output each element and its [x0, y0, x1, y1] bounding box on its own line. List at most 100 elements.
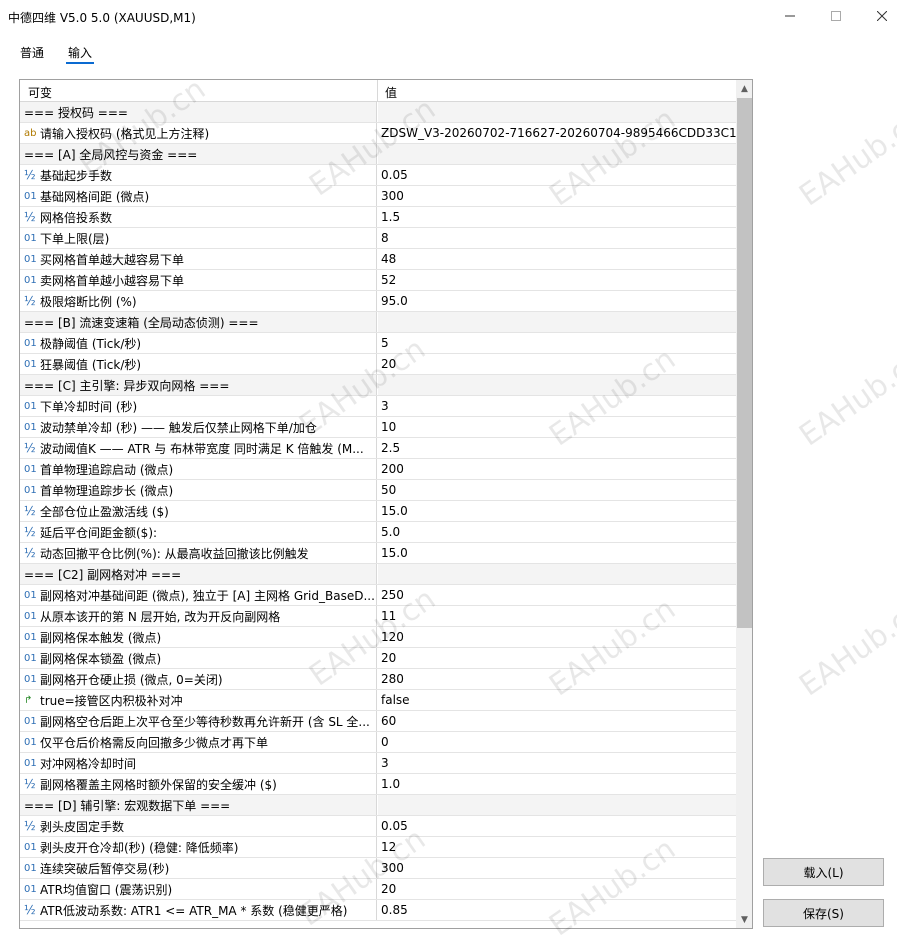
variable-cell[interactable]: === [A] 全局风控与资金 === [20, 144, 377, 164]
variable-cell[interactable]: 01 剥头皮开仓冷却(秒) (稳健: 降低频率) [20, 837, 377, 857]
variable-cell[interactable]: ½ 延后平仓间距金额($): [20, 522, 377, 542]
value-cell[interactable] [378, 795, 736, 815]
parameter-row[interactable]: ab 请输入授权码 (格式见上方注释) ZDSW_V3-20260702-71662… [20, 123, 736, 144]
value-cell[interactable]: 3 [378, 753, 736, 773]
value-cell[interactable]: 60 [378, 711, 736, 731]
value-cell[interactable]: 20 [378, 648, 736, 668]
variable-cell[interactable]: ↱ true=接管区内积极补对冲 [20, 690, 377, 710]
value-cell[interactable]: 5 [378, 333, 736, 353]
parameter-row[interactable]: 01 买网格首单越大越容易下单 48 [20, 249, 736, 270]
variable-cell[interactable]: 01 波动禁单冷却 (秒) —— 触发后仅禁止网格下单/加仓 [20, 417, 377, 437]
parameter-row[interactable]: 01 副网格保本触发 (微点) 120 [20, 627, 736, 648]
parameter-row[interactable]: ½ 波动阈值K —— ATR 与 布林带宽度 同时满足 K 倍触发 (M... 2.… [20, 438, 736, 459]
variable-cell[interactable]: ½ 全部仓位止盈激活线 ($) [20, 501, 377, 521]
value-cell[interactable]: 50 [378, 480, 736, 500]
variable-cell[interactable]: 01 对冲网格冷却时间 [20, 753, 377, 773]
value-cell[interactable]: 0.85 [378, 900, 736, 920]
parameter-row[interactable]: ½ 全部仓位止盈激活线 ($) 15.0 [20, 501, 736, 522]
value-cell[interactable]: 48 [378, 249, 736, 269]
value-cell[interactable]: 3 [378, 396, 736, 416]
parameter-row[interactable]: 01 波动禁单冷却 (秒) —— 触发后仅禁止网格下单/加仓 10 [20, 417, 736, 438]
variable-cell[interactable]: === 授权码 === [20, 102, 377, 122]
variable-cell[interactable]: 01 首单物理追踪步长 (微点) [20, 480, 377, 500]
value-cell[interactable]: 15.0 [378, 543, 736, 563]
value-cell[interactable] [378, 375, 736, 395]
value-cell[interactable]: 10 [378, 417, 736, 437]
maximize-button[interactable] [813, 0, 859, 32]
parameter-row[interactable]: 01 剥头皮开仓冷却(秒) (稳健: 降低频率) 12 [20, 837, 736, 858]
value-cell[interactable]: 20 [378, 879, 736, 899]
variable-cell[interactable]: 01 连续突破后暂停交易(秒) [20, 858, 377, 878]
tab-common[interactable]: 普通 [20, 44, 44, 61]
value-cell[interactable]: 200 [378, 459, 736, 479]
variable-cell[interactable]: 01 买网格首单越大越容易下单 [20, 249, 377, 269]
variable-cell[interactable]: 01 卖网格首单越小越容易下单 [20, 270, 377, 290]
variable-cell[interactable]: === [B] 流速变速箱 (全局动态侦测) === [20, 312, 377, 332]
column-header-value[interactable]: 值 [385, 84, 397, 101]
variable-cell[interactable]: 01 极静阈值 (Tick/秒) [20, 333, 377, 353]
value-cell[interactable]: 52 [378, 270, 736, 290]
parameter-row[interactable]: ½ 基础起步手数 0.05 [20, 165, 736, 186]
parameter-row[interactable]: 01 极静阈值 (Tick/秒) 5 [20, 333, 736, 354]
parameter-row[interactable]: 01 下单冷却时间 (秒) 3 [20, 396, 736, 417]
section-row[interactable]: === [C2] 副网格对冲 === [20, 564, 736, 585]
value-cell[interactable] [378, 312, 736, 332]
parameter-row[interactable]: ↱ true=接管区内积极补对冲 false [20, 690, 736, 711]
variable-cell[interactable]: ½ 副网格覆盖主网格时额外保留的安全缓冲 ($) [20, 774, 377, 794]
variable-cell[interactable]: ½ ATR低波动系数: ATR1 <= ATR_MA * 系数 (稳健更严格) [20, 900, 377, 920]
section-row[interactable]: === 授权码 === [20, 102, 736, 123]
column-separator[interactable] [377, 80, 378, 102]
parameter-row[interactable]: 01 ATR均值窗口 (震荡识别) 20 [20, 879, 736, 900]
parameter-row[interactable]: ½ 剥头皮固定手数 0.05 [20, 816, 736, 837]
value-cell[interactable]: 95.0 [378, 291, 736, 311]
parameter-row[interactable]: 01 对冲网格冷却时间 3 [20, 753, 736, 774]
minimize-button[interactable] [767, 0, 813, 32]
value-cell[interactable]: 0.05 [378, 816, 736, 836]
tab-inputs[interactable]: 输入 [68, 44, 92, 61]
value-cell[interactable]: 120 [378, 627, 736, 647]
variable-cell[interactable]: 01 首单物理追踪启动 (微点) [20, 459, 377, 479]
value-cell[interactable]: 11 [378, 606, 736, 626]
value-cell[interactable]: 20 [378, 354, 736, 374]
variable-cell[interactable]: 01 下单冷却时间 (秒) [20, 396, 377, 416]
parameter-row[interactable]: 01 副网格对冲基础间距 (微点), 独立于 [A] 主网格 Grid_BaseD… [20, 585, 736, 606]
variable-cell[interactable]: 01 副网格保本锁盈 (微点) [20, 648, 377, 668]
parameter-row[interactable]: 01 基础网格间距 (微点) 300 [20, 186, 736, 207]
value-cell[interactable]: 1.5 [378, 207, 736, 227]
parameter-row[interactable]: 01 首单物理追踪步长 (微点) 50 [20, 480, 736, 501]
section-row[interactable]: === [A] 全局风控与资金 === [20, 144, 736, 165]
value-cell[interactable]: 8 [378, 228, 736, 248]
variable-cell[interactable]: ½ 剥头皮固定手数 [20, 816, 377, 836]
parameter-row[interactable]: 01 从原本该开的第 N 层开始, 改为开反向副网格 11 [20, 606, 736, 627]
variable-cell[interactable]: 01 下单上限(层) [20, 228, 377, 248]
variable-cell[interactable]: === [C2] 副网格对冲 === [20, 564, 377, 584]
section-row[interactable]: === [D] 辅引擎: 宏观数据下单 === [20, 795, 736, 816]
parameter-row[interactable]: ½ 动态回撤平仓比例(%): 从最高收益回撤该比例触发 15.0 [20, 543, 736, 564]
parameter-row[interactable]: 01 狂暴阈值 (Tick/秒) 20 [20, 354, 736, 375]
parameter-row[interactable]: 01 卖网格首单越小越容易下单 52 [20, 270, 736, 291]
value-cell[interactable]: 1.0 [378, 774, 736, 794]
value-cell[interactable]: 300 [378, 858, 736, 878]
variable-cell[interactable]: 01 副网格保本触发 (微点) [20, 627, 377, 647]
column-header-variable[interactable]: 可变 [28, 84, 52, 101]
value-cell[interactable]: ZDSW_V3-20260702-716627-20260704-9895466… [378, 123, 736, 143]
variable-cell[interactable]: 01 副网格空仓后距上次平仓至少等待秒数再允许新开 (含 SL 全... [20, 711, 377, 731]
parameter-row[interactable]: 01 副网格空仓后距上次平仓至少等待秒数再允许新开 (含 SL 全... 60 [20, 711, 736, 732]
value-cell[interactable]: false [378, 690, 736, 710]
parameter-row[interactable]: ½ 极限熔断比例 (%) 95.0 [20, 291, 736, 312]
variable-cell[interactable]: ½ 极限熔断比例 (%) [20, 291, 377, 311]
parameter-row[interactable]: 01 首单物理追踪启动 (微点) 200 [20, 459, 736, 480]
variable-cell[interactable]: 01 基础网格间距 (微点) [20, 186, 377, 206]
variable-cell[interactable]: 01 副网格开仓硬止损 (微点, 0=关闭) [20, 669, 377, 689]
parameter-row[interactable]: 01 副网格开仓硬止损 (微点, 0=关闭) 280 [20, 669, 736, 690]
variable-cell[interactable]: 01 仅平仓后价格需反向回撤多少微点才再下单 [20, 732, 377, 752]
variable-cell[interactable]: 01 ATR均值窗口 (震荡识别) [20, 879, 377, 899]
value-cell[interactable]: 5.0 [378, 522, 736, 542]
parameter-row[interactable]: 01 连续突破后暂停交易(秒) 300 [20, 858, 736, 879]
variable-cell[interactable]: === [D] 辅引擎: 宏观数据下单 === [20, 795, 377, 815]
variable-cell[interactable]: === [C] 主引擎: 异步双向网格 === [20, 375, 377, 395]
value-cell[interactable]: 15.0 [378, 501, 736, 521]
value-cell[interactable]: 300 [378, 186, 736, 206]
variable-cell[interactable]: ½ 网格倍投系数 [20, 207, 377, 227]
parameter-row[interactable]: 01 副网格保本锁盈 (微点) 20 [20, 648, 736, 669]
